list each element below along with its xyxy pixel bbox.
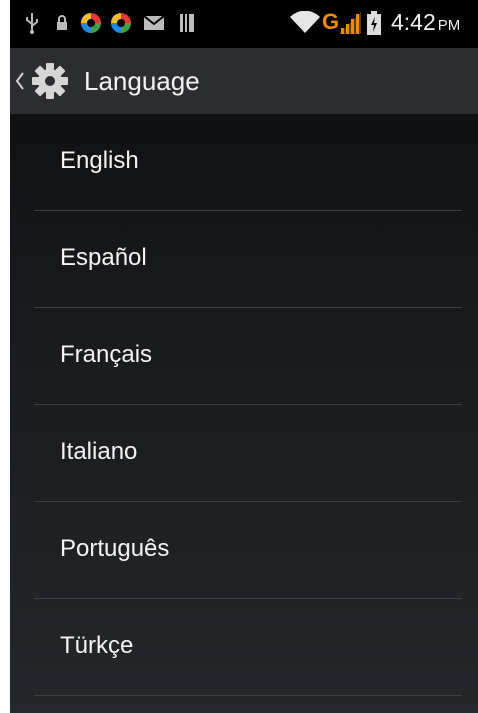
spinner-icon [111, 13, 131, 33]
language-option-portugues[interactable]: Português [34, 502, 462, 599]
language-label: Français [60, 341, 153, 368]
language-label: Español [60, 244, 147, 271]
mail-icon [144, 15, 164, 30]
language-option-english[interactable]: English [34, 114, 462, 211]
gear-icon [32, 63, 68, 99]
language-label: Português [60, 535, 170, 562]
language-label: Italiano [60, 438, 138, 465]
language-option-turkce[interactable]: Türkçe [34, 599, 462, 696]
sd-card-icon [180, 14, 194, 32]
clock-time: 4:42 [391, 9, 436, 35]
status-bar: G 4:42 PM [10, 0, 478, 48]
language-option-italiano[interactable]: Italiano [34, 405, 462, 502]
network-type: G [322, 9, 340, 34]
language-label: English [60, 147, 139, 174]
page-title: Language [84, 66, 200, 96]
chevron-left-icon [15, 72, 24, 90]
clock-ampm: PM [437, 17, 461, 34]
usb-icon [26, 13, 38, 34]
wifi-icon [290, 11, 320, 33]
language-option-francais[interactable]: Français [34, 308, 462, 405]
action-bar: Language [10, 48, 478, 114]
battery-icon [367, 11, 381, 35]
lock-icon [57, 15, 67, 30]
spinner-icon [81, 13, 101, 33]
signal-icon [339, 12, 361, 34]
language-list: English Español Français Italiano Portug… [10, 114, 478, 696]
phone-screen: G 4:42 PM Language English Español Franç… [10, 0, 478, 713]
back-button[interactable] [10, 48, 74, 114]
status-clock: 4:42 PM [391, 9, 460, 36]
language-option-espanol[interactable]: Español [34, 211, 462, 308]
language-label: Türkçe [60, 632, 134, 659]
